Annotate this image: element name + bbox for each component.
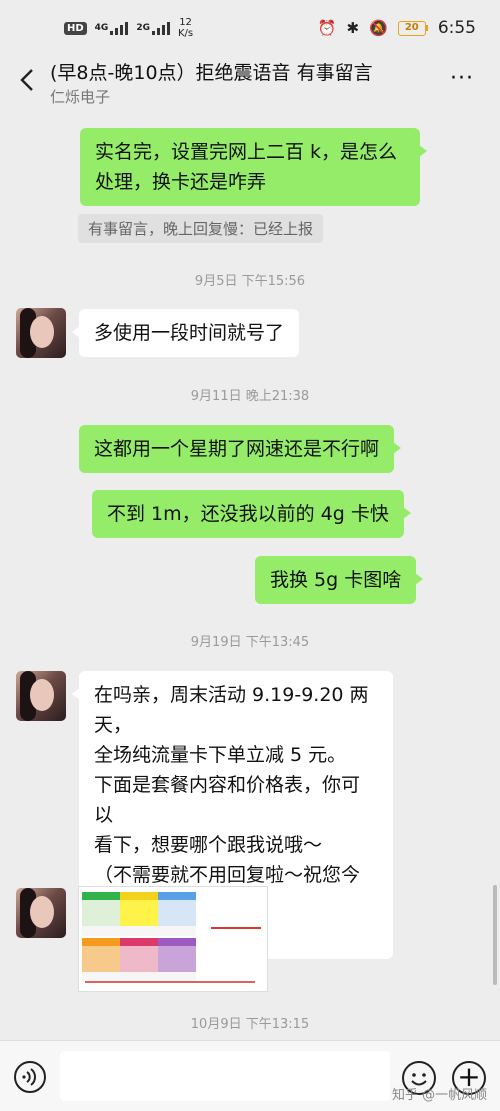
message-timestamp: 9月11日 晚上21:38 [190,389,310,404]
message-bubble-outgoing[interactable]: 实名完，设置完网上二百 k，是怎么处理，换卡还是咋弄 [80,128,427,206]
status-bar: HD 4G 2G 12 K/s ⏰ ✱ 🔕 20 6:55 [0,0,500,56]
signal-icon [110,21,129,35]
signal-2g: 2G [136,21,170,35]
contact-avatar[interactable] [16,308,66,358]
watermark: 知乎 @一帆风顺 [392,1088,488,1103]
message-timestamp: 9月5日 下午15:56 [194,274,306,289]
contact-avatar[interactable] [16,888,66,938]
bluetooth-icon: ✱ [346,19,360,37]
voice-input-icon[interactable] [14,1061,46,1093]
back-arrow-icon[interactable] [16,64,40,96]
clock: 6:55 [437,18,476,38]
message-bubble-outgoing[interactable]: 我换 5g 卡图啥 [255,556,424,604]
hd-badge: HD [64,21,87,35]
network-speed: 12 K/s [177,17,194,39]
price-table-image[interactable] [78,886,268,992]
mute-icon: 🔕 [369,19,388,37]
chat-header: (早8点-晚10点）拒绝震语音 有事留言 仁烁电子 ··· [0,56,500,110]
message-timestamp: 10月9日 下午13:15 [190,1017,310,1032]
chat-title: (早8点-晚10点）拒绝震语音 有事留言 [50,62,373,84]
battery-icon: 20 [397,20,428,36]
message-input[interactable] [60,1051,390,1101]
message-bubble-outgoing[interactable]: 这都用一个星期了网速还是不行啊 [79,425,402,473]
signal-4g: 4G [95,21,129,35]
signal-icon [151,21,170,35]
chat-subtitle: 仁烁电子 [50,88,111,106]
more-options-icon[interactable]: ··· [450,66,474,91]
message-bubble-outgoing[interactable]: 不到 1m，还没我以前的 4g 卡快 [92,490,411,538]
message-bubble-incoming[interactable]: 多使用一段时间就号了 [71,309,300,357]
scrollbar[interactable] [493,885,497,985]
contact-avatar[interactable] [16,671,66,721]
message-timestamp: 9月19日 下午13:45 [190,635,310,650]
alarm-icon: ⏰ [317,19,337,37]
quoted-message[interactable]: 有事留言，晚上回复慢：已经上报 [78,214,324,243]
price-table-thumbnail [82,892,198,988]
